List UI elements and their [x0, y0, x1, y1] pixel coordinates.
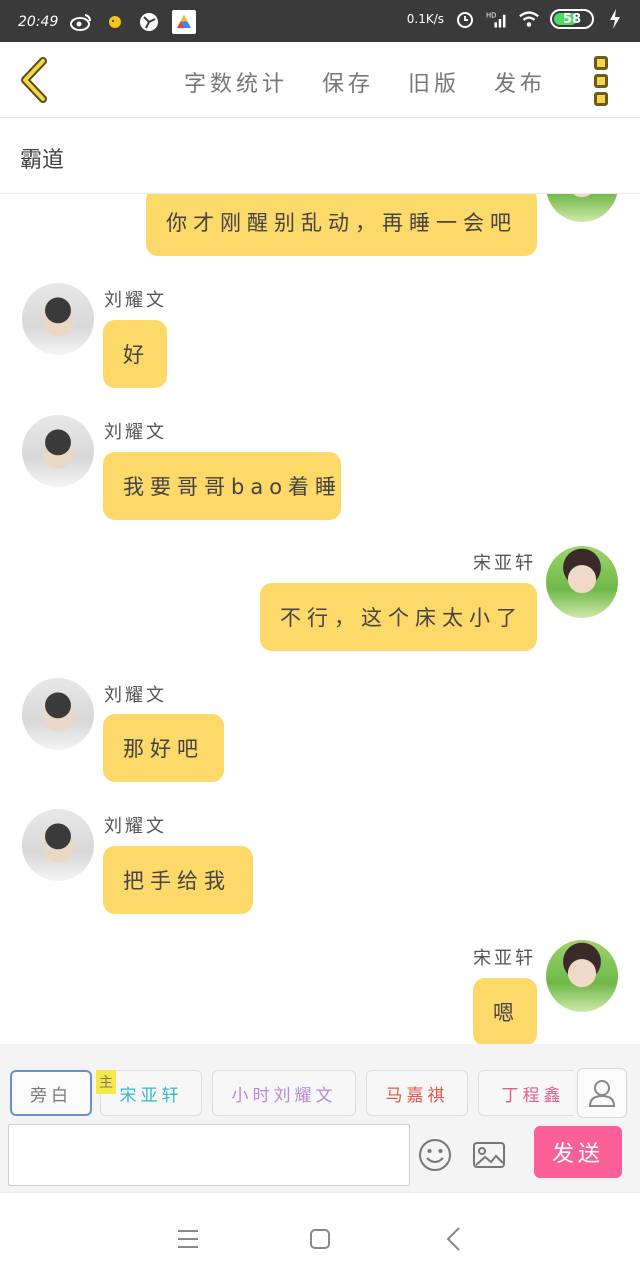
smiley-icon	[419, 1139, 451, 1171]
status-time: 20:49	[18, 14, 59, 30]
sender-name: 宋亚轩	[473, 948, 536, 969]
old-version-button[interactable]: 旧版	[408, 66, 460, 98]
back-button[interactable]	[14, 56, 54, 104]
add-role-button[interactable]	[577, 1068, 627, 1118]
sender-name: 刘耀文	[104, 685, 167, 706]
message-bubble[interactable]: 我要哥哥bao着睡	[103, 452, 341, 520]
avatar[interactable]	[22, 415, 94, 487]
sender-name: 刘耀文	[104, 816, 167, 837]
chat-area[interactable]: 你才刚醒别乱动，再睡一会吧 刘耀文 好 刘耀文 我要哥哥bao着睡 宋亚轩 不行…	[0, 194, 640, 1044]
more-menu-button[interactable]	[594, 56, 614, 106]
publish-button[interactable]: 发布	[494, 66, 546, 98]
wifi-icon	[518, 8, 540, 30]
message-bubble[interactable]: 你才刚醒别乱动，再睡一会吧	[146, 194, 537, 256]
browser-icon	[138, 11, 160, 33]
story-title-row[interactable]: 霸道	[0, 118, 640, 194]
avatar[interactable]	[546, 546, 618, 618]
back-chevron-icon	[446, 1227, 460, 1251]
role-little-liu-yaowen[interactable]: 小时刘耀文	[212, 1070, 356, 1116]
main-role-badge: 主	[96, 1070, 116, 1094]
signal-icon: HD	[486, 8, 508, 30]
message-bubble[interactable]: 嗯	[473, 978, 537, 1044]
drive-app-icon	[172, 10, 197, 34]
menu-nav-button[interactable]	[170, 1221, 206, 1257]
message-bubble[interactable]: 好	[103, 320, 167, 388]
menu-dot-icon	[594, 56, 608, 70]
message-bubble[interactable]: 把手给我	[103, 846, 253, 914]
network-speed: 0.1K/s	[406, 12, 444, 26]
send-button[interactable]: 发送	[534, 1126, 622, 1178]
avatar[interactable]	[22, 809, 94, 881]
system-nav-bar	[0, 1192, 640, 1280]
role-narrator[interactable]: 旁白	[10, 1070, 92, 1116]
back-nav-button[interactable]	[436, 1221, 472, 1257]
sender-name: 宋亚轩	[473, 553, 536, 574]
home-square-icon	[310, 1229, 330, 1249]
role-ding-chengxin[interactable]: 丁程鑫	[478, 1070, 574, 1116]
image-icon	[473, 1142, 505, 1168]
message-input[interactable]	[8, 1124, 410, 1186]
top-toolbar: 字数统计 保存 旧版 发布	[0, 42, 640, 118]
word-count-button[interactable]: 字数统计	[184, 66, 288, 98]
alarm-icon	[454, 8, 476, 30]
back-arrow-icon	[21, 57, 47, 103]
battery-indicator: 58	[550, 9, 594, 29]
save-button[interactable]: 保存	[322, 66, 374, 98]
emoji-button[interactable]	[416, 1136, 454, 1174]
menu-icon	[178, 1230, 198, 1248]
avatar[interactable]	[22, 283, 94, 355]
charging-icon	[604, 8, 626, 30]
person-icon	[588, 1080, 616, 1107]
message-bubble[interactable]: 那好吧	[103, 714, 224, 782]
avatar[interactable]	[546, 940, 618, 1012]
image-button[interactable]	[470, 1136, 508, 1174]
sender-name: 刘耀文	[104, 422, 167, 443]
menu-dot-icon	[594, 92, 608, 106]
sender-name: 刘耀文	[104, 290, 167, 311]
svg-text:HD: HD	[486, 11, 496, 19]
story-title: 霸道	[20, 148, 65, 173]
weibo-icon	[70, 11, 92, 33]
home-nav-button[interactable]	[302, 1221, 338, 1257]
status-bar: 20:49 0.1K/s HD 58	[0, 0, 640, 42]
avatar[interactable]	[22, 678, 94, 750]
menu-dot-icon	[594, 74, 608, 88]
message-bubble[interactable]: 不行，这个床太小了	[260, 583, 537, 651]
role-ma-jiaqi[interactable]: 马嘉祺	[366, 1070, 468, 1116]
battery-level: 58	[562, 11, 582, 27]
avatar[interactable]	[546, 194, 618, 222]
notification-app-icon	[104, 11, 126, 33]
role-selector: 旁白 宋亚轩 小时刘耀文 马嘉祺 丁程鑫	[8, 1070, 574, 1116]
compose-panel: 旁白 宋亚轩 小时刘耀文 马嘉祺 丁程鑫 主 发送	[0, 1044, 640, 1192]
